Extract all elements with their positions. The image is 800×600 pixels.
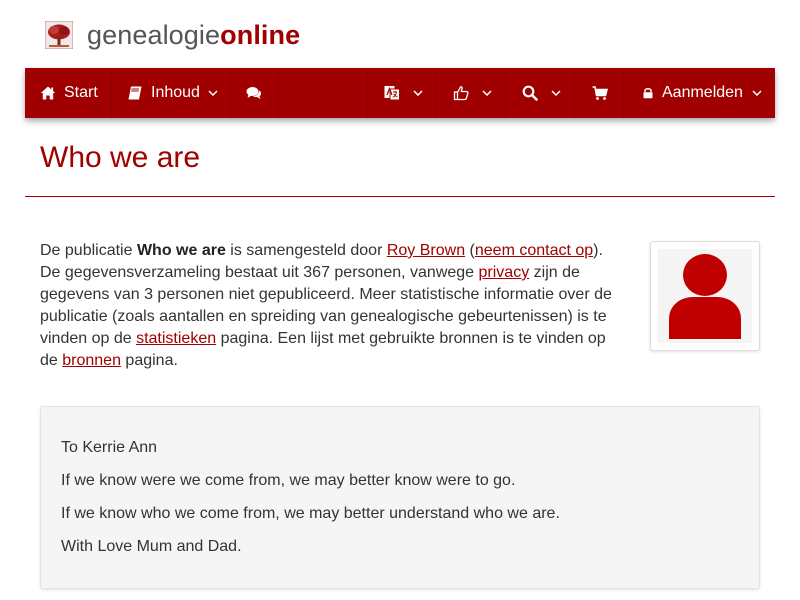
chevron-down-icon (551, 90, 561, 96)
title-divider (25, 196, 775, 197)
dedication-message: To Kerrie Ann If we know were we come fr… (40, 406, 760, 589)
intro-text: is samengesteld door (225, 242, 387, 259)
publication-intro: De publicatie Who we are is samengesteld… (40, 240, 625, 372)
chevron-down-icon (208, 90, 218, 96)
nav-recommend[interactable] (437, 68, 506, 118)
nav-login-label: Aanmelden (662, 84, 743, 101)
statistics-link[interactable]: statistieken (136, 330, 216, 347)
main-navbar: Start Inhoud Aanmelden (25, 68, 775, 118)
chevron-down-icon (413, 90, 423, 96)
thumbs-up-icon (453, 86, 469, 101)
intro-text: ( (465, 242, 475, 259)
lock-icon (643, 87, 653, 99)
nav-start[interactable]: Start (25, 68, 112, 118)
message-line: To Kerrie Ann (61, 439, 158, 456)
nav-spacer (279, 68, 368, 118)
nav-login[interactable]: Aanmelden (624, 68, 774, 118)
logo-text: genealogieonline (87, 18, 300, 52)
message-line: If we know who we come from, we may bett… (61, 505, 560, 522)
nav-search[interactable] (506, 68, 575, 118)
privacy-link[interactable]: privacy (479, 264, 530, 281)
user-icon (669, 254, 741, 339)
comments-icon (246, 87, 262, 99)
nav-inhoud[interactable]: Inhoud (112, 68, 231, 118)
site-logo[interactable]: genealogieonline (45, 18, 300, 52)
book-icon (128, 86, 142, 100)
logo-text-light: genealogie (87, 20, 221, 50)
search-icon (522, 85, 538, 101)
author-avatar (650, 241, 760, 351)
nav-forum[interactable] (231, 68, 279, 118)
author-link[interactable]: Roy Brown (387, 242, 465, 259)
nav-inhoud-label: Inhoud (151, 84, 200, 101)
logo-text-bold: online (220, 20, 301, 50)
page-title: Who we are (40, 141, 201, 174)
chevron-down-icon (482, 90, 492, 96)
avatar-frame (658, 249, 752, 343)
tree-icon (45, 21, 73, 49)
contact-link[interactable]: neem contact op (475, 242, 593, 259)
sources-link[interactable]: bronnen (62, 352, 121, 369)
intro-text: pagina. (120, 352, 178, 369)
home-icon (40, 86, 56, 100)
nav-cart[interactable] (575, 68, 624, 118)
intro-text: De publicatie (40, 242, 137, 259)
language-icon (384, 86, 400, 101)
publication-title: Who we are (136, 242, 226, 259)
nav-language[interactable] (368, 68, 437, 118)
cart-icon (592, 86, 608, 100)
message-line: If we know were we come from, we may bet… (61, 472, 516, 489)
chevron-down-icon (752, 90, 762, 96)
message-line: With Love Mum and Dad. (61, 538, 242, 555)
nav-start-label: Start (64, 84, 98, 101)
